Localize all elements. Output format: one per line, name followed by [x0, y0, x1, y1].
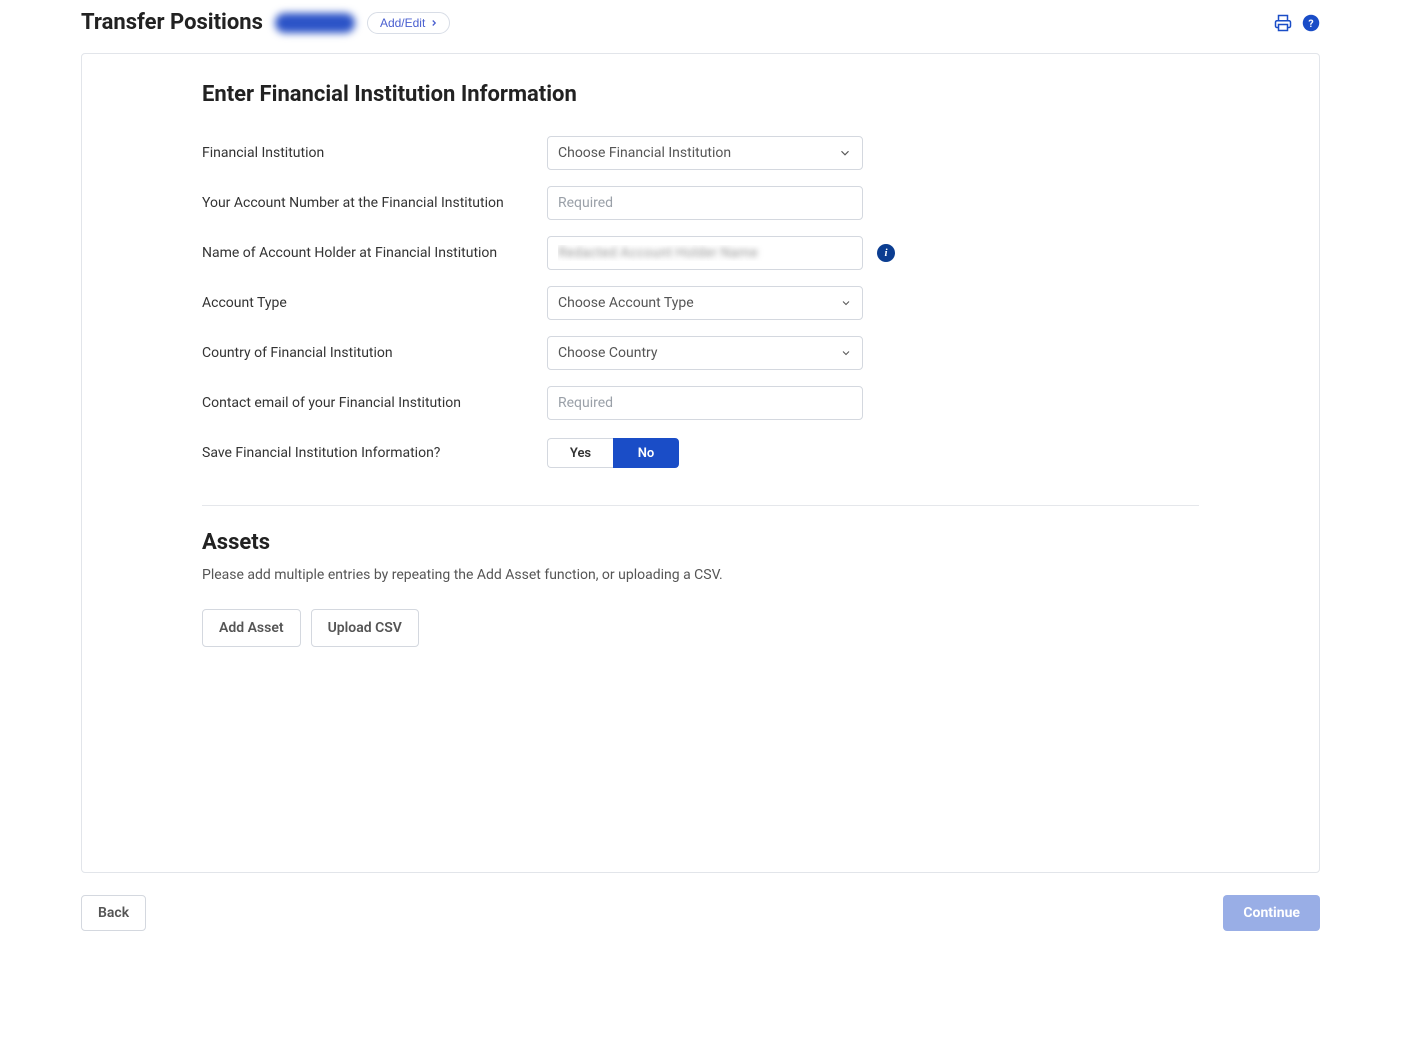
- assets-description: Please add multiple entries by repeating…: [202, 567, 1199, 583]
- section-title-assets: Assets: [202, 530, 1199, 555]
- save-info-no-button[interactable]: No: [613, 438, 679, 468]
- label-country: Country of Financial Institution: [202, 344, 547, 362]
- financial-institution-select[interactable]: Choose Financial Institution: [547, 136, 863, 170]
- add-asset-button[interactable]: Add Asset: [202, 609, 301, 647]
- print-icon[interactable]: [1274, 14, 1292, 32]
- upload-csv-button[interactable]: Upload CSV: [311, 609, 419, 647]
- chevron-down-icon: [838, 146, 852, 160]
- save-info-yes-button[interactable]: Yes: [547, 438, 613, 468]
- label-financial-institution: Financial Institution: [202, 144, 547, 162]
- footer: Back Continue: [81, 895, 1320, 951]
- page-title: Transfer Positions: [81, 10, 263, 35]
- label-contact-email: Contact email of your Financial Institut…: [202, 394, 547, 412]
- add-edit-label: Add/Edit: [380, 16, 425, 30]
- label-account-holder: Name of Account Holder at Financial Inst…: [202, 244, 547, 262]
- main-panel: Enter Financial Institution Information …: [81, 53, 1320, 873]
- help-icon[interactable]: ?: [1302, 14, 1320, 32]
- save-info-toggle: Yes No: [547, 438, 679, 468]
- chevron-right-icon: [429, 18, 439, 28]
- info-icon[interactable]: i: [877, 244, 895, 262]
- account-holder-input[interactable]: [547, 236, 863, 270]
- financial-institution-placeholder: Choose Financial Institution: [558, 145, 731, 161]
- svg-text:?: ?: [1308, 16, 1313, 29]
- country-select[interactable]: Choose Country: [547, 336, 863, 370]
- account-type-select[interactable]: Choose Account Type: [547, 286, 863, 320]
- account-badge: [275, 13, 355, 33]
- add-edit-button[interactable]: Add/Edit: [367, 12, 450, 34]
- label-account-type: Account Type: [202, 294, 547, 312]
- section-title-institution: Enter Financial Institution Information: [202, 82, 1199, 107]
- continue-button[interactable]: Continue: [1223, 895, 1320, 931]
- label-save-info: Save Financial Institution Information?: [202, 444, 547, 462]
- contact-email-input[interactable]: [547, 386, 863, 420]
- page-header: Transfer Positions Add/Edit ?: [81, 10, 1320, 35]
- back-button[interactable]: Back: [81, 895, 146, 931]
- divider: [202, 505, 1199, 506]
- account-number-input[interactable]: [547, 186, 863, 220]
- label-account-number: Your Account Number at the Financial Ins…: [202, 194, 547, 212]
